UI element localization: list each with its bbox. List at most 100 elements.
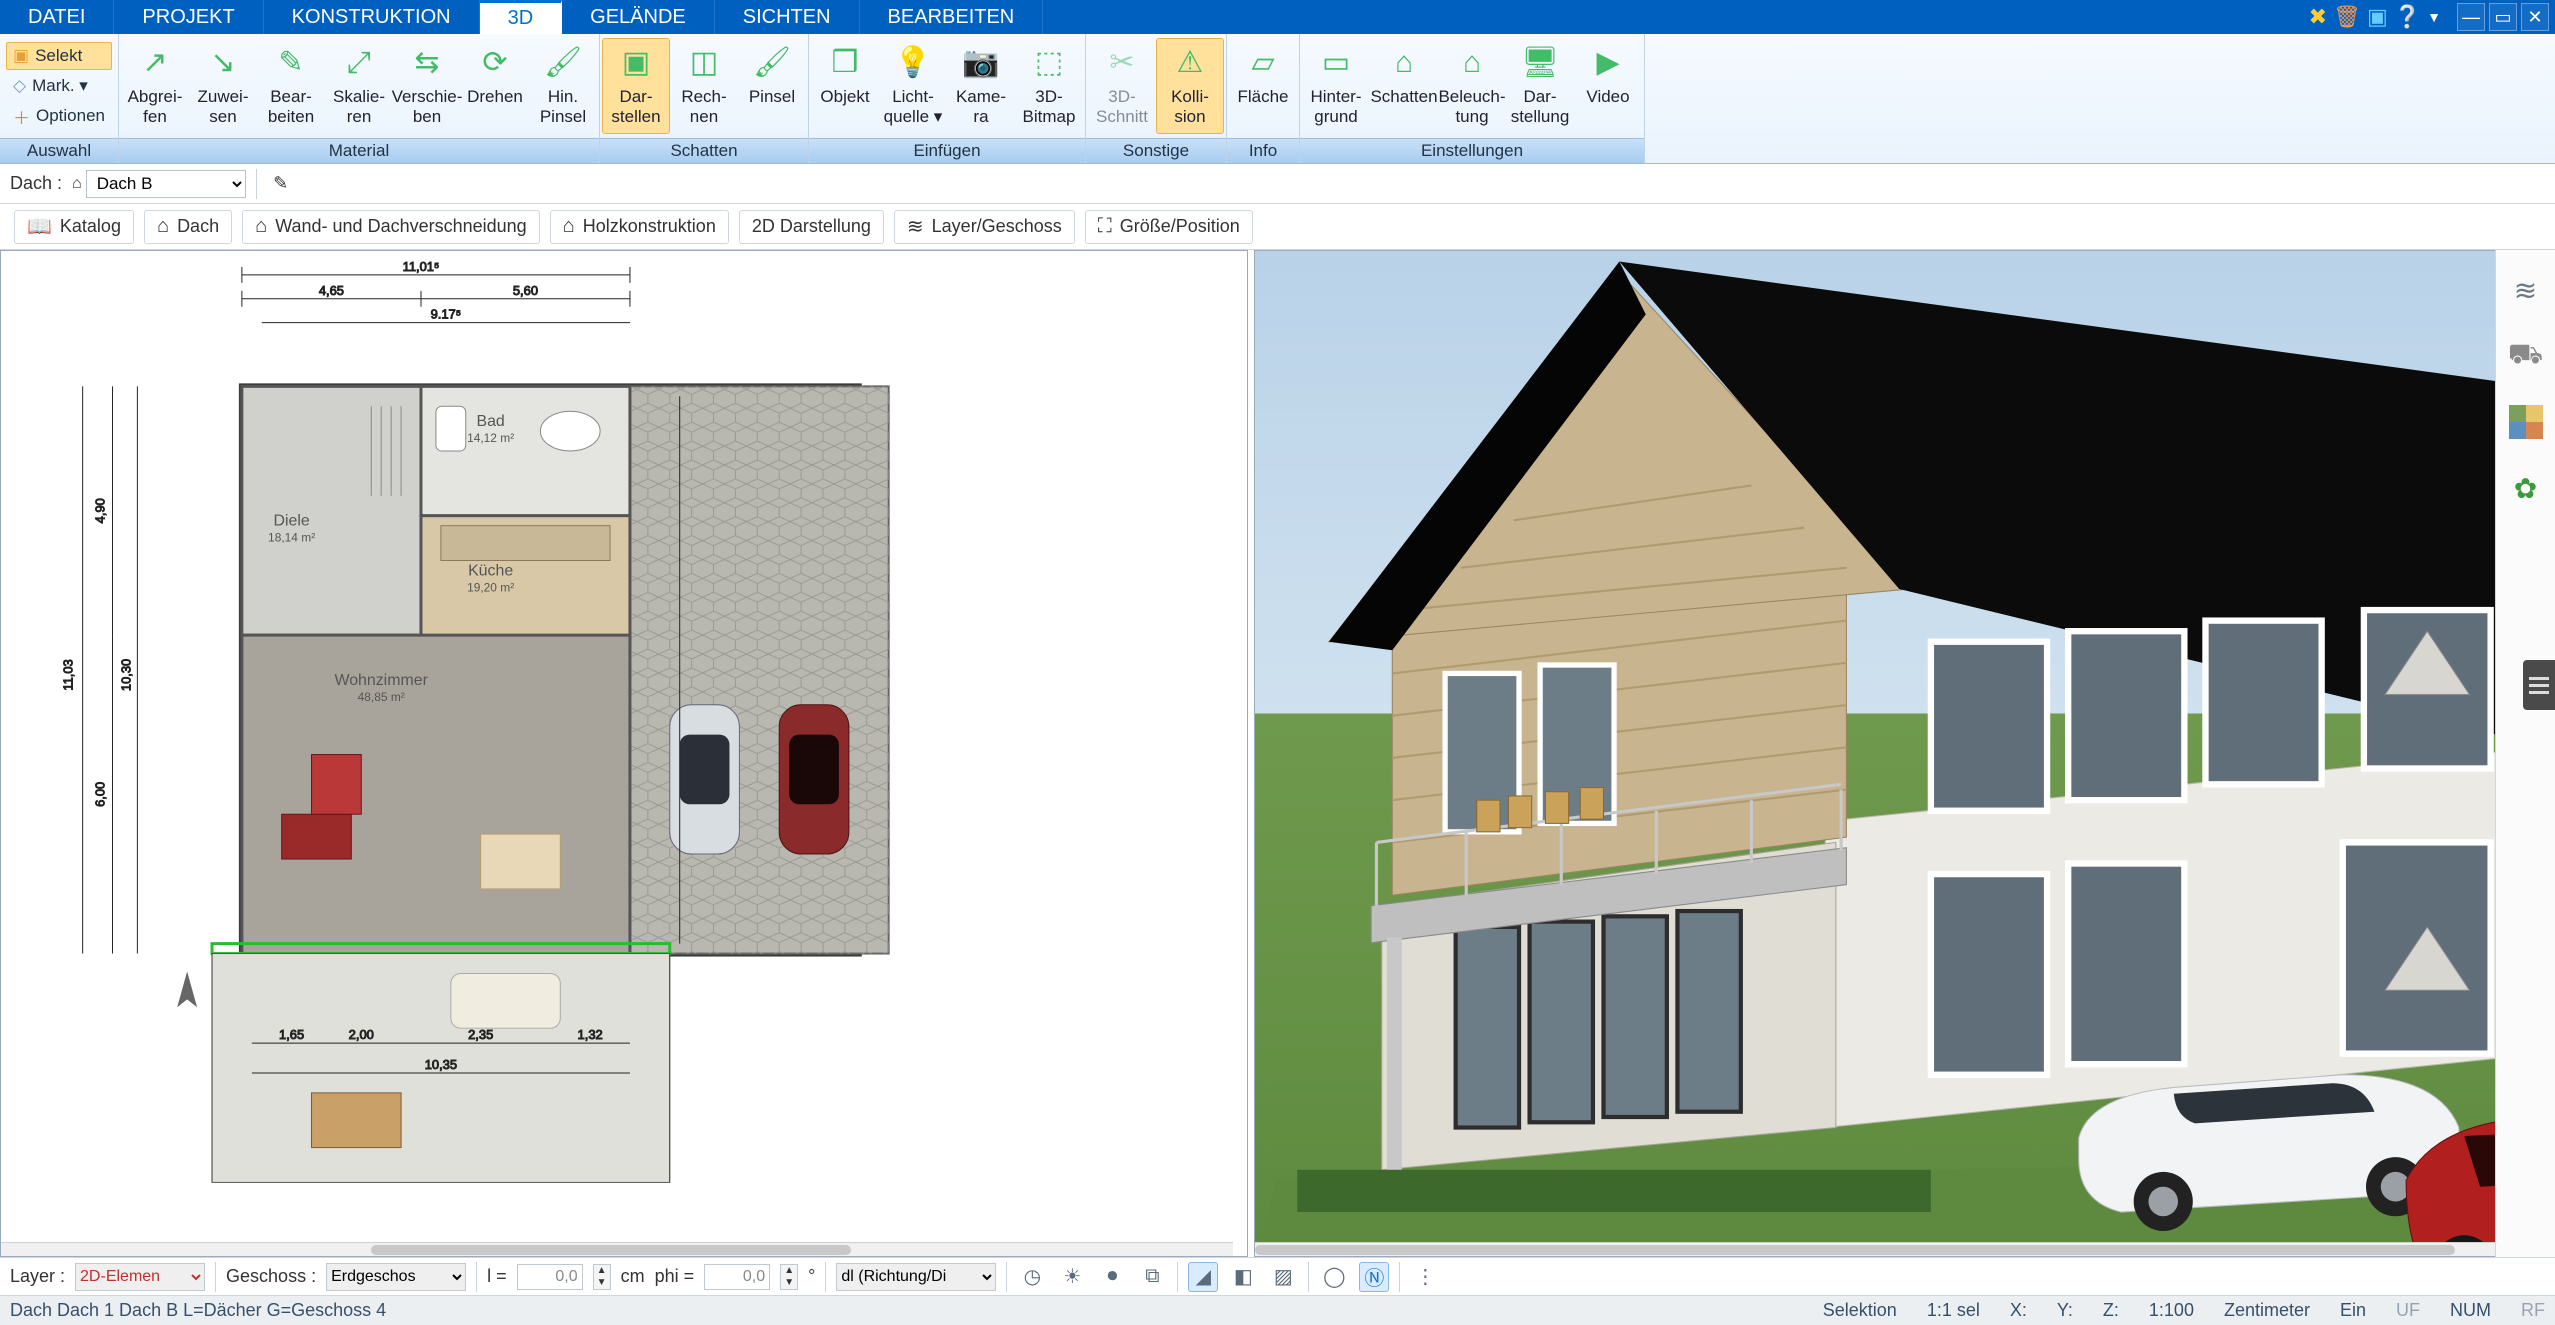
shade-mode-2-icon[interactable]: ◧ — [1228, 1262, 1258, 1292]
ribbon-kollision-button[interactable]: ⚠Kolli-sion — [1156, 38, 1224, 134]
tool-icon: ⌂ — [563, 215, 575, 238]
phi-label: phi = — [655, 1266, 695, 1287]
dach-select[interactable]: Dach B — [86, 170, 246, 198]
tool-icon[interactable]: 🗑 — [2333, 4, 2361, 30]
status-bar: Dach Dach 1 Dach B L=Dächer G=Geschoss 4… — [0, 1295, 2555, 1325]
tool-wandunddachverschneidung-button[interactable]: ⌂Wand- und Dachverschneidung — [242, 210, 540, 244]
tool-holzkonstruktion-button[interactable]: ⌂Holzkonstruktion — [550, 210, 729, 244]
geschoss-select[interactable]: Erdgeschos — [326, 1263, 466, 1291]
ribbon-kamera-button[interactable]: 📷Kame-ra — [947, 38, 1015, 134]
bottom-bar: Layer : 2D-Elemen Geschoss : Erdgeschos … — [0, 1257, 2555, 1295]
nav-mode-1-icon[interactable]: ◯ — [1319, 1262, 1349, 1292]
tool-icon[interactable]: ▣ — [2367, 4, 2388, 30]
ribbon-dschnitt-button[interactable]: ✂3D-Schnitt — [1088, 38, 1156, 134]
plants-icon[interactable]: ✿ — [2506, 468, 2546, 508]
hscrollbar-right[interactable] — [1255, 1242, 2540, 1256]
menu-projekt[interactable]: PROJEKT — [114, 0, 263, 34]
layer-label: Layer : — [10, 1266, 65, 1287]
tool-icon[interactable]: ✖ — [2309, 4, 2327, 30]
furniture-icon[interactable]: ⛟ — [2506, 336, 2546, 376]
menu-konstruktion[interactable]: KONSTRUKTION — [264, 0, 480, 34]
phi-input[interactable] — [704, 1264, 770, 1290]
tool-ddarstellung-button[interactable]: 2D Darstellung — [739, 210, 884, 244]
dl-select[interactable]: dl (Richtung/Di — [836, 1263, 996, 1291]
ribbon-group-einfuegen: ❒Objekt💡Licht-quelle ▾📷Kame-ra⬚3D-Bitmap… — [809, 34, 1086, 163]
phi-unit: ° — [808, 1266, 815, 1287]
selekt-button[interactable]: ▣Selekt — [6, 42, 112, 70]
ribbon-lichtquelle-button[interactable]: 💡Licht-quelle ▾ — [879, 38, 947, 134]
ribbon-icon: 💡 — [893, 43, 933, 83]
view-3d-pane[interactable] — [1254, 250, 2555, 1257]
context-bar: Dach : ⌂ Dach B ✎ — [0, 164, 2555, 204]
ribbon-objekt-button[interactable]: ❒Objekt — [811, 38, 879, 134]
camera-record-icon[interactable]: ⏺ — [1097, 1262, 1127, 1292]
mark-button[interactable]: ◇Mark. ▾ — [6, 72, 112, 100]
ribbon: ▣Selekt ◇Mark. ▾ ＋Optionen Auswahl ↗Abgr… — [0, 34, 2555, 164]
svg-text:5,60: 5,60 — [513, 283, 538, 298]
scroll-thumb[interactable] — [371, 1245, 851, 1255]
help-icon[interactable]: ❔ — [2394, 4, 2421, 30]
materials-icon[interactable] — [2506, 402, 2546, 442]
ribbon-pinsel-button[interactable]: 🖌Pinsel — [738, 38, 806, 134]
menu-3d[interactable]: 3D — [480, 0, 563, 34]
ribbon-verschieben-button[interactable]: ⇆Verschie-ben — [393, 38, 461, 134]
group-label: Material — [119, 138, 599, 163]
edit-pencil-icon[interactable]: ✎ — [267, 170, 295, 198]
ribbon-video-button[interactable]: ▶Video — [1574, 38, 1642, 134]
sun-icon[interactable]: ☀ — [1057, 1262, 1087, 1292]
shade-mode-3-icon[interactable]: ▨ — [1268, 1262, 1298, 1292]
svg-text:Diele18,14 m²: Diele18,14 m² — [268, 513, 315, 545]
svg-text:4,65: 4,65 — [319, 283, 344, 298]
ribbon-hinpinsel-button[interactable]: 🖌Hin.Pinsel — [529, 38, 597, 134]
layer-select[interactable]: 2D-Elemen — [75, 1263, 205, 1291]
ribbon-dbitmap-button[interactable]: ⬚3D-Bitmap — [1015, 38, 1083, 134]
copy-icon[interactable]: ⧉ — [1137, 1262, 1167, 1292]
tool-greposition-button[interactable]: ⛶Größe/Position — [1085, 210, 1253, 244]
status-x: X: — [2010, 1300, 2027, 1321]
ribbon-drehen-button[interactable]: ⟳Drehen — [461, 38, 529, 134]
ribbon-bearbeiten-button[interactable]: ✎Bear-beiten — [257, 38, 325, 134]
ribbon-schatten-button[interactable]: ⌂Schatten — [1370, 38, 1438, 134]
ribbon-zuweisen-button[interactable]: ↘Zuwei-sen — [189, 38, 257, 134]
maximize-button[interactable]: ▭ — [2489, 3, 2517, 31]
ribbon-rechnen-button[interactable]: ◫Rech-nen — [670, 38, 738, 134]
ribbon-icon: ✎ — [271, 43, 311, 83]
side-drawer-handle[interactable] — [2523, 660, 2555, 710]
phi-spinner[interactable]: ▲▼ — [780, 1264, 798, 1290]
nav-mode-2-icon[interactable]: Ⓝ — [1359, 1262, 1389, 1292]
3d-viewport[interactable] — [1255, 251, 2554, 1256]
close-button[interactable]: ✕ — [2521, 3, 2549, 31]
ribbon-abgreifen-button[interactable]: ↗Abgrei-fen — [121, 38, 189, 134]
ribbon-flche-button[interactable]: ▱Fläche — [1229, 38, 1297, 134]
hscrollbar-left[interactable] — [1, 1242, 1233, 1256]
ribbon-icon: ↗ — [135, 43, 175, 83]
floor-plan[interactable]: 11,01⁵ 4,65 5,60 9.17⁵ 11,03 4,90 6,00 1… — [13, 257, 1227, 1236]
ribbon-hintergrund-button[interactable]: ▭Hinter-grund — [1302, 38, 1370, 134]
l-input[interactable] — [517, 1264, 583, 1290]
plan-2d-pane[interactable]: 11,01⁵ 4,65 5,60 9.17⁵ 11,03 4,90 6,00 1… — [0, 250, 1248, 1257]
more-icon[interactable]: ⋮ — [1410, 1262, 1440, 1292]
scroll-thumb[interactable] — [1255, 1245, 2455, 1255]
optionen-button[interactable]: ＋Optionen — [6, 102, 112, 130]
menu-bearbeiten[interactable]: BEARBEITEN — [860, 0, 1044, 34]
tool-icon: ⌂ — [157, 215, 169, 238]
ribbon-skalieren-button[interactable]: ⤢Skalie-ren — [325, 38, 393, 134]
tool-dach-button[interactable]: ⌂Dach — [144, 210, 232, 244]
ribbon-beleuchtung-button[interactable]: ⌂Beleuch-tung — [1438, 38, 1506, 134]
svg-text:2,00: 2,00 — [349, 1027, 374, 1042]
menu-gelaende[interactable]: GELÄNDE — [562, 0, 715, 34]
svg-text:9.17⁵: 9.17⁵ — [431, 307, 462, 322]
group-label: Sonstige — [1086, 138, 1226, 163]
tool-katalog-button[interactable]: 📖Katalog — [14, 210, 134, 244]
ribbon-darstellen-button[interactable]: ▣Dar-stellen — [602, 38, 670, 134]
layers-icon[interactable]: ≋ — [2506, 270, 2546, 310]
clock-icon[interactable]: ◷ — [1017, 1262, 1047, 1292]
menu-sichten[interactable]: SICHTEN — [715, 0, 860, 34]
ribbon-darstellung-button[interactable]: 🖥Dar-stellung — [1506, 38, 1574, 134]
menu-file[interactable]: DATEI — [0, 0, 114, 34]
l-spinner[interactable]: ▲▼ — [593, 1264, 611, 1290]
minimize-button[interactable]: — — [2457, 3, 2485, 31]
tool-layergeschoss-button[interactable]: ≋Layer/Geschoss — [894, 210, 1075, 244]
shade-mode-1-icon[interactable]: ◢ — [1188, 1262, 1218, 1292]
dropdown-icon[interactable]: ▼ — [2427, 9, 2441, 25]
